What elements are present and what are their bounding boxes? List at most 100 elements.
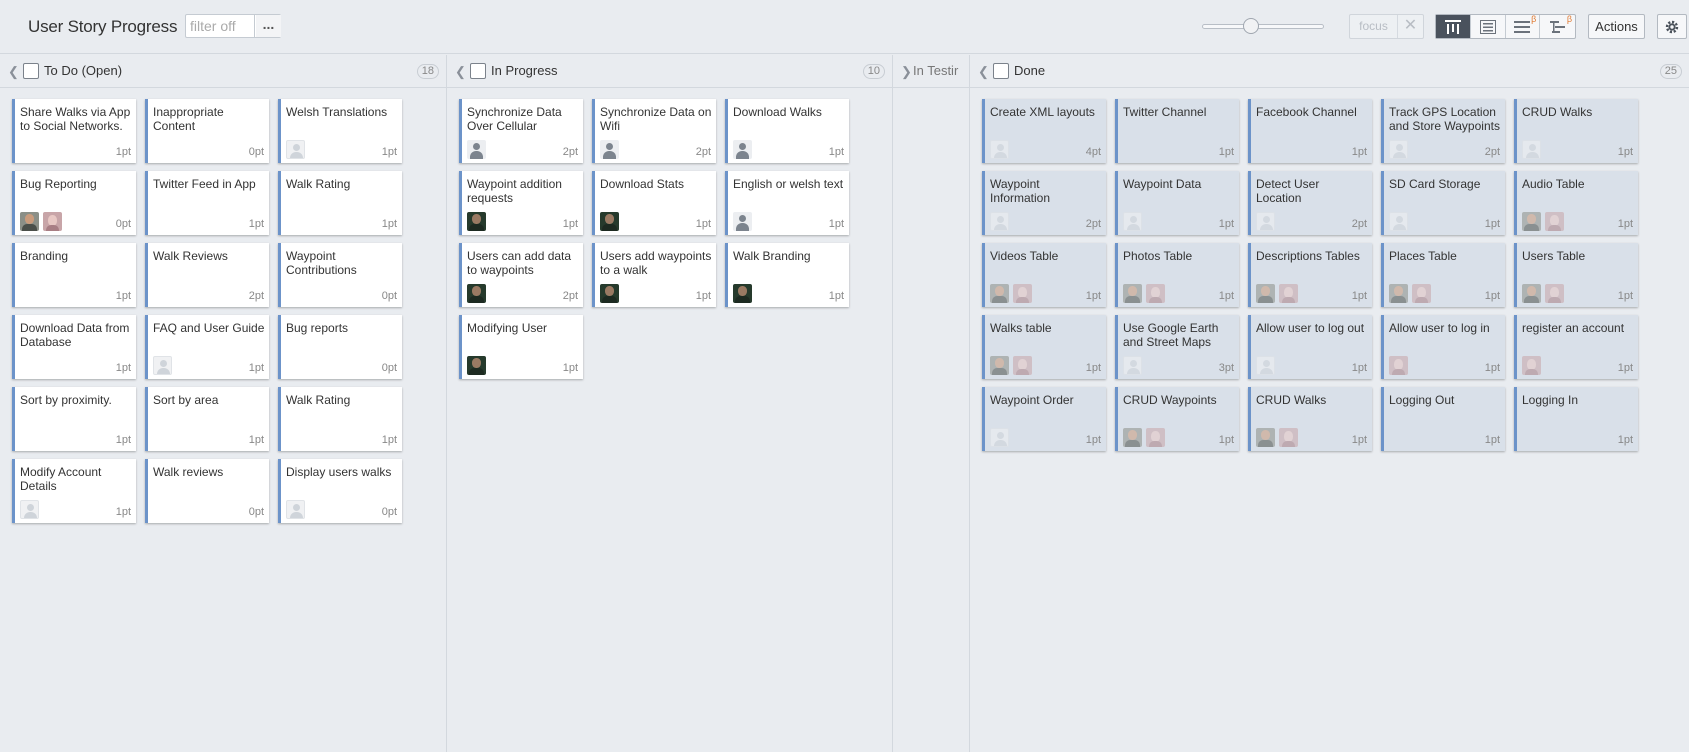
avatar[interactable]	[1389, 356, 1408, 375]
story-card[interactable]: Photos Table 1pt	[1115, 243, 1239, 307]
story-card[interactable]: Synchronize Data on Wifi 2pt	[592, 99, 716, 163]
story-card[interactable]: Twitter Feed in App 1pt	[145, 171, 269, 235]
story-card[interactable]: Sort by area 1pt	[145, 387, 269, 451]
table-view-button[interactable]: β	[1506, 14, 1541, 38]
story-card[interactable]: Create XML layouts 4pt	[982, 99, 1106, 163]
avatar[interactable]	[1522, 356, 1541, 375]
story-card[interactable]: Walk reviews 0pt	[145, 459, 269, 523]
avatar[interactable]	[1013, 356, 1032, 375]
avatar[interactable]	[20, 500, 39, 519]
avatar[interactable]	[1123, 428, 1142, 447]
clear-focus-button[interactable]: ✕	[1398, 15, 1423, 38]
story-card[interactable]: Waypoint Contributions 0pt	[278, 243, 402, 307]
story-card[interactable]: Logging Out 1pt	[1381, 387, 1505, 451]
story-card[interactable]: Walk Rating 1pt	[278, 171, 402, 235]
avatar[interactable]	[1256, 284, 1275, 303]
avatar[interactable]	[1146, 428, 1165, 447]
story-card[interactable]: Facebook Channel 1pt	[1248, 99, 1372, 163]
story-card[interactable]: Waypoint Data 1pt	[1115, 171, 1239, 235]
chevron-left-icon[interactable]: ❮	[978, 64, 989, 80]
story-card[interactable]: Modifying User 1pt	[459, 315, 583, 379]
avatar[interactable]	[733, 284, 752, 303]
avatar[interactable]	[600, 212, 619, 231]
avatar[interactable]	[286, 500, 305, 519]
avatar[interactable]	[1013, 284, 1032, 303]
avatar[interactable]	[990, 140, 1009, 159]
story-card[interactable]: CRUD Waypoints 1pt	[1115, 387, 1239, 451]
filter-options-button[interactable]: ...	[256, 15, 281, 37]
avatar[interactable]	[1389, 212, 1408, 231]
avatar[interactable]	[990, 284, 1009, 303]
settings-button[interactable]	[1657, 14, 1687, 39]
story-card[interactable]: Allow user to log out 1pt	[1248, 315, 1372, 379]
story-card[interactable]: Download Walks 1pt	[725, 99, 849, 163]
avatar[interactable]	[990, 356, 1009, 375]
avatar[interactable]	[1545, 284, 1564, 303]
avatar[interactable]	[153, 356, 172, 375]
chevron-right-icon[interactable]: ❯	[901, 64, 912, 80]
column-in-testing[interactable]: ❯ In Testir	[893, 55, 970, 752]
avatar[interactable]	[1522, 140, 1541, 159]
column-select-checkbox[interactable]	[470, 63, 486, 79]
story-card[interactable]: Waypoint addition requests 1pt	[459, 171, 583, 235]
avatar[interactable]	[1522, 212, 1541, 231]
story-card[interactable]: Synchronize Data Over Cellular 2pt	[459, 99, 583, 163]
avatar[interactable]	[1389, 140, 1408, 159]
story-card[interactable]: SD Card Storage 1pt	[1381, 171, 1505, 235]
avatar[interactable]	[1545, 212, 1564, 231]
avatar[interactable]	[43, 212, 62, 231]
story-card[interactable]: Users add waypoints to a walk 1pt	[592, 243, 716, 307]
filter-input[interactable]	[186, 15, 255, 37]
avatar[interactable]	[467, 356, 486, 375]
timeline-view-button[interactable]: β	[1540, 14, 1575, 38]
zoom-slider-handle[interactable]	[1242, 18, 1259, 34]
story-card[interactable]: Detect User Location 2pt	[1248, 171, 1372, 235]
avatar[interactable]	[1256, 356, 1275, 375]
avatar[interactable]	[1123, 356, 1142, 375]
zoom-slider[interactable]	[1202, 18, 1324, 34]
story-card[interactable]: Descriptions Tables 1pt	[1248, 243, 1372, 307]
story-card[interactable]: Users can add data to waypoints 2pt	[459, 243, 583, 307]
column-select-checkbox[interactable]	[23, 63, 39, 79]
story-card[interactable]: Share Walks via App to Social Networks. 1…	[12, 99, 136, 163]
avatar[interactable]	[286, 140, 305, 159]
story-card[interactable]: English or welsh text 1pt	[725, 171, 849, 235]
focus-button[interactable]: focus	[1350, 15, 1398, 38]
story-card[interactable]: Walk Rating 1pt	[278, 387, 402, 451]
story-card[interactable]: Display users walks 0pt	[278, 459, 402, 523]
story-card[interactable]: Users Table 1pt	[1514, 243, 1638, 307]
zoom-slider-track[interactable]	[1202, 24, 1324, 29]
avatar[interactable]	[1256, 428, 1275, 447]
story-card[interactable]: Sort by proximity. 1pt	[12, 387, 136, 451]
story-card[interactable]: Branding 1pt	[12, 243, 136, 307]
story-card[interactable]: register an account 1pt	[1514, 315, 1638, 379]
story-card[interactable]: Waypoint Order 1pt	[982, 387, 1106, 451]
story-card[interactable]: Logging In 1pt	[1514, 387, 1638, 451]
avatar[interactable]	[1279, 428, 1298, 447]
avatar[interactable]	[600, 140, 619, 159]
story-card[interactable]: Welsh Translations 1pt	[278, 99, 402, 163]
avatar[interactable]	[467, 212, 486, 231]
avatar[interactable]	[1412, 284, 1431, 303]
avatar[interactable]	[990, 428, 1009, 447]
story-card[interactable]: Places Table 1pt	[1381, 243, 1505, 307]
story-card[interactable]: Bug reports 0pt	[278, 315, 402, 379]
avatar[interactable]	[1123, 284, 1142, 303]
story-card[interactable]: Videos Table 1pt	[982, 243, 1106, 307]
avatar[interactable]	[1279, 284, 1298, 303]
chevron-left-icon[interactable]: ❮	[8, 64, 19, 80]
story-card[interactable]: Waypoint Information 2pt	[982, 171, 1106, 235]
story-card[interactable]: CRUD Walks 1pt	[1514, 99, 1638, 163]
avatar[interactable]	[1522, 284, 1541, 303]
story-card[interactable]: Download Stats 1pt	[592, 171, 716, 235]
story-card[interactable]: Track GPS Location and Store Waypoints 2p…	[1381, 99, 1505, 163]
story-card[interactable]: CRUD Walks 1pt	[1248, 387, 1372, 451]
story-card[interactable]: FAQ and User Guide 1pt	[145, 315, 269, 379]
story-card[interactable]: Twitter Channel 1pt	[1115, 99, 1239, 163]
avatar[interactable]	[1123, 212, 1142, 231]
column-select-checkbox[interactable]	[993, 63, 1009, 79]
story-card[interactable]: Audio Table 1pt	[1514, 171, 1638, 235]
avatar[interactable]	[990, 212, 1009, 231]
story-card[interactable]: Use Google Earth and Street Maps 3pt	[1115, 315, 1239, 379]
list-view-button[interactable]	[1471, 15, 1506, 38]
